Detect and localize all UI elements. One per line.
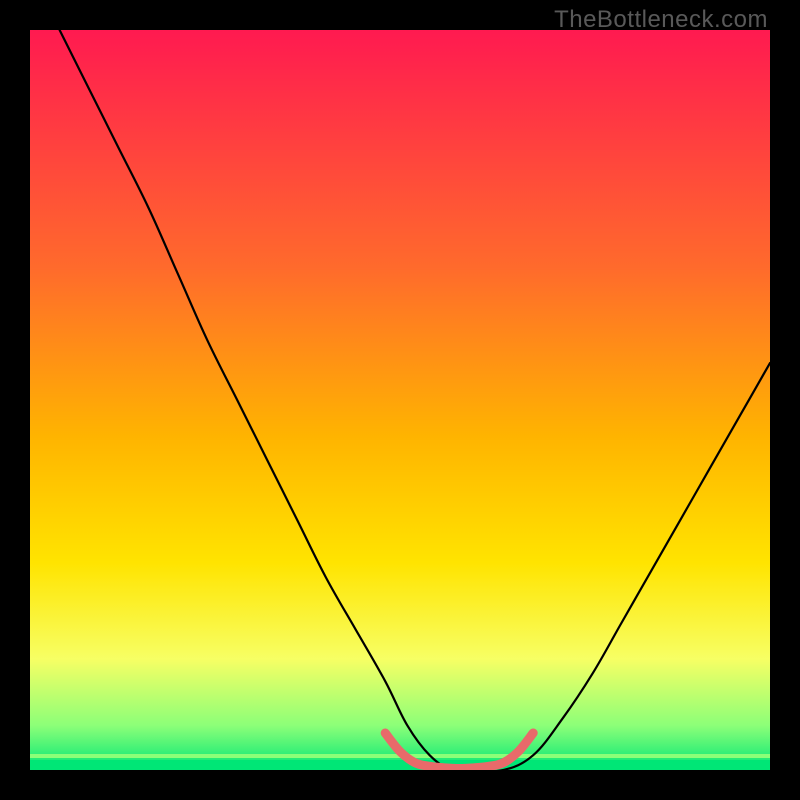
bottom-stripe-2 (30, 760, 770, 770)
bottleneck-chart (30, 30, 770, 770)
chart-frame (30, 30, 770, 770)
chart-background (30, 30, 770, 770)
